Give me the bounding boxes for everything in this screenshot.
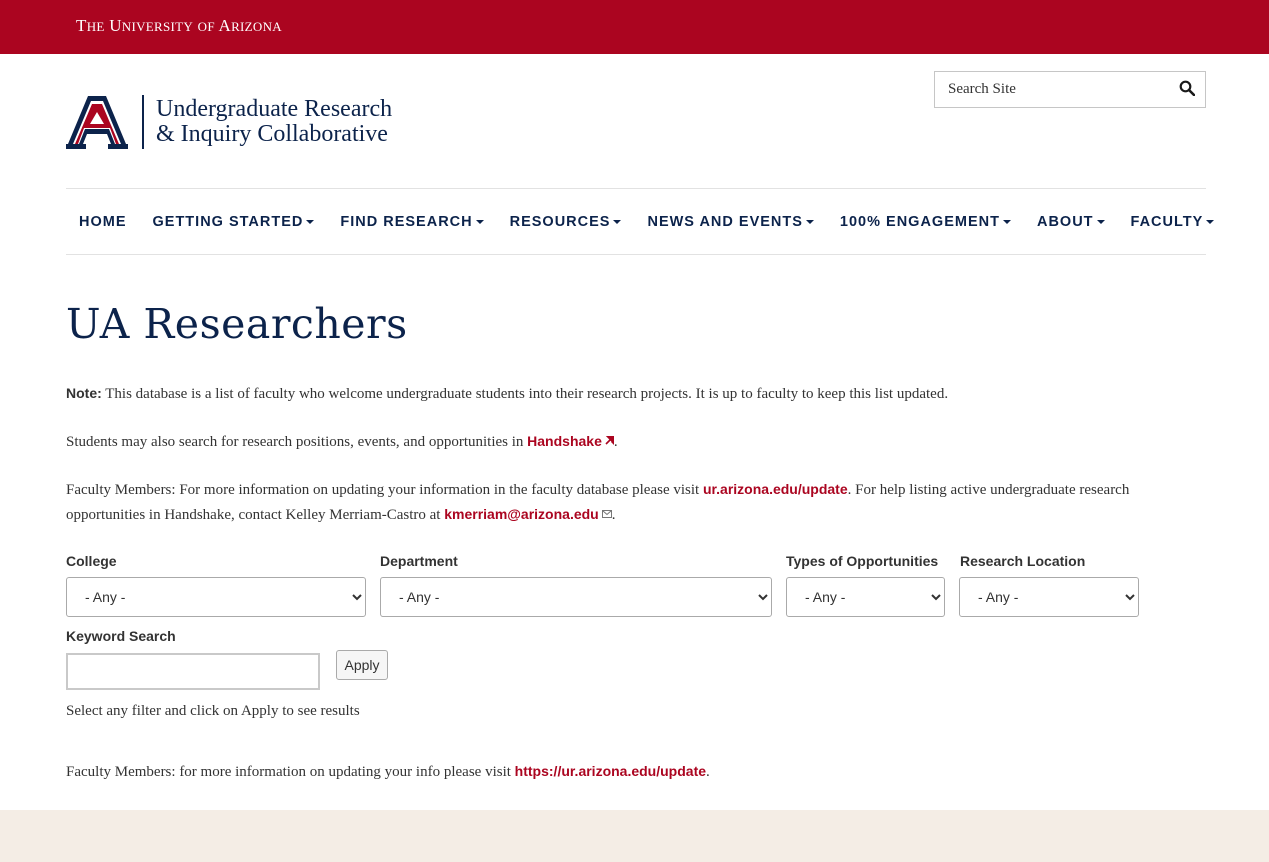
university-wordmark-link[interactable]: THE UNIVERSITY OF ARIZONA — [76, 16, 282, 36]
nav-item-faculty[interactable]: FACULTY — [1131, 214, 1215, 230]
search-input[interactable] — [935, 72, 1171, 107]
nav-item-getting-started[interactable]: GETTING STARTED — [153, 214, 315, 230]
caret-down-icon — [1206, 219, 1215, 224]
location-select[interactable]: - Any - — [959, 577, 1139, 617]
wordmark-rizona: RIZONA — [231, 19, 282, 34]
wordmark-niversity: NIVERSITY — [121, 19, 194, 34]
apply-button[interactable]: Apply — [336, 650, 388, 680]
nav-item-news-and-events[interactable]: NEWS AND EVENTS — [647, 213, 814, 230]
email-link-label: kmerriam@arizona.edu — [444, 506, 599, 522]
block-a-logo-icon — [66, 96, 128, 149]
types-label: Types of Opportunities — [786, 553, 939, 569]
search-icon[interactable] — [1179, 80, 1195, 96]
nav-item-home[interactable]: HOME — [79, 214, 127, 230]
students-period: . — [613, 434, 618, 450]
wordmark-a: A — [218, 16, 232, 35]
note-paragraph: Note: This database is a list of faculty… — [66, 381, 948, 406]
students-paragraph: Students may also search for research po… — [66, 429, 618, 454]
department-select[interactable]: - Any - — [380, 577, 772, 617]
wordmark-of: OF — [197, 19, 215, 34]
students-text: Students may also search for research po… — [66, 434, 528, 450]
university-top-bar: THE UNIVERSITY OF ARIZONA — [0, 0, 1269, 54]
site-logo[interactable]: Undergraduate Research & Inquiry Collabo… — [66, 93, 392, 151]
nav-item-resources[interactable]: RESOURCES — [510, 214, 622, 230]
site-search — [934, 71, 1206, 108]
location-label: Research Location — [960, 553, 1086, 569]
caret-down-icon — [1096, 219, 1105, 224]
keyword-input[interactable] — [66, 653, 320, 690]
note-text: This database is a list of faculty who w… — [101, 386, 949, 402]
logo-divider — [142, 95, 144, 149]
nav-item-100-engagement[interactable]: 100% ENGAGEMENT — [840, 214, 1011, 230]
nav-item-label: RESOURCES — [509, 213, 611, 230]
handshake-link-label: Handshake — [527, 433, 602, 449]
caret-down-icon — [805, 219, 814, 224]
types-select[interactable]: - Any - — [786, 577, 945, 617]
footer-note-period: . — [706, 764, 710, 780]
nav-item-about[interactable]: ABOUT — [1037, 214, 1105, 230]
college-label: College — [66, 553, 117, 569]
footer-band — [0, 810, 1269, 862]
email-link[interactable]: kmerriam@arizona.edu — [444, 506, 612, 522]
footer-update-link[interactable]: https://ur.arizona.edu/update — [515, 763, 706, 779]
nav-item-label: GETTING STARTED — [152, 213, 304, 230]
nav-item-label: NEWS AND EVENTS — [647, 213, 803, 230]
department-label: Department — [380, 553, 458, 569]
unit-name: Undergraduate Research & Inquiry Collabo… — [156, 97, 392, 147]
nav-item-label: FACULTY — [1130, 213, 1204, 230]
nav-item-label: ABOUT — [1036, 213, 1094, 230]
wordmark-t: T — [76, 16, 87, 35]
update-link[interactable]: ur.arizona.edu/update — [703, 481, 848, 497]
unit-name-line1: Undergraduate Research — [156, 96, 393, 122]
footer-note-text: Faculty Members: for more information on… — [66, 764, 515, 780]
nav-item-find-research[interactable]: FIND RESEARCH — [340, 213, 484, 230]
wordmark-u: U — [109, 16, 122, 35]
note-label: Note: — [66, 385, 102, 401]
mail-icon — [601, 510, 612, 518]
nav-item-label: FIND RESEARCH — [340, 213, 473, 230]
caret-down-icon — [475, 219, 484, 224]
wordmark-he: HE — [86, 19, 105, 34]
main-nav: HOME GETTING STARTED FIND RESEARCH RESOU… — [66, 188, 1215, 255]
nav-item-label: 100% ENGAGEMENT — [839, 213, 1000, 230]
filter-hint: Select any filter and click on Apply to … — [66, 703, 360, 719]
faculty-text-1: Faculty Members: For more information on… — [66, 482, 703, 498]
nav-item-label: HOME — [79, 213, 127, 230]
caret-down-icon — [306, 219, 315, 224]
college-select[interactable]: - Any - — [66, 577, 366, 617]
page-title: UA Researchers — [66, 300, 408, 348]
external-link-icon — [604, 436, 614, 445]
keyword-label: Keyword Search — [66, 628, 176, 644]
faculty-paragraph: Faculty Members: For more information on… — [66, 477, 1206, 527]
faculty-text-3: . — [611, 507, 616, 523]
footer-note: Faculty Members: for more information on… — [66, 759, 710, 784]
unit-name-line2: & Inquiry Collaborative — [156, 121, 388, 147]
caret-down-icon — [1002, 219, 1011, 224]
caret-down-icon — [613, 219, 622, 224]
handshake-link[interactable]: Handshake — [527, 433, 614, 449]
